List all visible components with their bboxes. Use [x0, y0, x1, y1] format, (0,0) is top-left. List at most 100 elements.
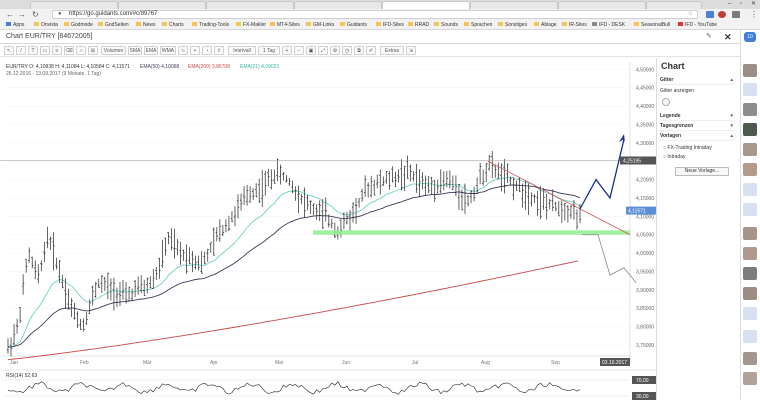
avatar[interactable]: [743, 103, 757, 116]
browser-tab[interactable]: [646, 1, 702, 9]
browser-tab-active[interactable]: [382, 1, 470, 9]
avatar[interactable]: [743, 352, 757, 365]
expand-icon[interactable]: ⇲: [406, 46, 416, 55]
bookmark-item[interactable]: MT4-Sites: [270, 21, 300, 29]
share-icon[interactable]: ⇪: [214, 46, 224, 55]
chart-svg[interactable]: 4,500004,450004,400004,350004,300004,250…: [0, 58, 656, 400]
bookmark-item[interactable]: Trading-Tools: [192, 21, 229, 29]
wma-button[interactable]: WMA: [160, 46, 176, 55]
back-arrow-icon[interactable]: ←: [6, 10, 14, 19]
settings-icon[interactable]: ⚙: [330, 46, 340, 55]
close-icon[interactable]: ✕: [724, 30, 732, 44]
zoom-in-icon[interactable]: +: [282, 46, 292, 55]
fib-tool-icon[interactable]: ≡: [52, 46, 62, 55]
ema200-legend: EMA(200) 3,86708: [188, 64, 230, 70]
extension-icon[interactable]: [732, 11, 740, 18]
dpa-afx-icon[interactable]: [743, 183, 757, 196]
bookmark-item[interactable]: RRAD: [408, 21, 429, 29]
ema-button[interactable]: EMA: [144, 46, 158, 55]
window-minimize-icon[interactable]: –: [728, 0, 731, 8]
sma-button[interactable]: SMA: [128, 46, 142, 55]
compare-icon[interactable]: +: [190, 46, 200, 55]
bookmark-item[interactable]: Sounds: [434, 21, 458, 29]
extension-icon[interactable]: [706, 11, 714, 18]
browser-tab[interactable]: [30, 1, 118, 9]
grid-toggle-radio[interactable]: [662, 98, 670, 106]
shape-tool-icon[interactable]: ▭: [40, 46, 50, 55]
volume-button[interactable]: Volumen: [101, 46, 126, 55]
pen-tool-icon[interactable]: /: [16, 46, 26, 55]
url-input[interactable]: ● https://go.guidants.com/#c/89767 ☆: [52, 10, 698, 19]
bookmark-item[interactable]: SeasonalBull: [634, 21, 670, 29]
forward-arrow-icon[interactable]: →: [18, 10, 26, 19]
dpa-afx-icon[interactable]: [743, 330, 757, 343]
dpa-afx-icon[interactable]: [743, 83, 757, 96]
window-close-icon[interactable]: ✕: [751, 0, 756, 8]
cursor-tool-icon[interactable]: ↖: [4, 46, 14, 55]
browser-tab[interactable]: [118, 1, 206, 9]
legend-section-header[interactable]: Legende ▾: [660, 112, 734, 121]
new-template-button[interactable]: Neue Vorlage...: [675, 167, 729, 176]
template-option[interactable]: ○ Intraday: [663, 154, 686, 160]
save-icon[interactable]: ▣: [306, 46, 316, 55]
avatar[interactable]: [743, 227, 757, 240]
avatar[interactable]: [743, 123, 757, 136]
period-select[interactable]: 1 Tag: [258, 46, 280, 55]
y-tick-label: 3,95000: [636, 269, 654, 275]
text-tool-icon[interactable]: T: [28, 46, 38, 55]
dpa-afx-icon[interactable]: [743, 203, 757, 216]
bookmark-item[interactable]: Ablage: [534, 21, 557, 29]
bookmark-item[interactable]: IFD - YouTube: [678, 21, 717, 29]
magnet-icon[interactable]: ∩: [76, 46, 86, 55]
chart-type-icon[interactable]: ⊞: [88, 46, 98, 55]
layers-icon[interactable]: ⧉: [354, 46, 364, 55]
avatar[interactable]: [743, 287, 757, 300]
bookmark-item[interactable]: Charts: [162, 21, 184, 29]
zoom-out-icon[interactable]: −: [294, 46, 304, 55]
bookmark-item[interactable]: IFD - DESK: [592, 21, 625, 29]
day-borders-section-header[interactable]: Tagesgrenzen ▾: [660, 122, 734, 131]
template-option[interactable]: ○ FX-Trading Intraday: [663, 145, 712, 151]
x-tick-label: Jul: [412, 360, 418, 366]
grid-section-header[interactable]: Gitter ▴: [660, 76, 734, 85]
extras-button[interactable]: Extras: [380, 46, 404, 55]
extension-record-icon[interactable]: [718, 11, 726, 18]
avatar[interactable]: [743, 372, 757, 385]
bookmark-item[interactable]: Sprachen: [464, 21, 492, 29]
browser-tab[interactable]: [206, 1, 294, 9]
drawings-icon[interactable]: ✐: [366, 46, 376, 55]
bookmark-item[interactable]: FX-Makler: [236, 21, 266, 29]
bookmark-apps[interactable]: Apps: [6, 21, 24, 29]
notification-badge[interactable]: 10: [744, 32, 756, 42]
star-icon[interactable]: ☆: [688, 11, 693, 18]
bookmark-item[interactable]: News: [136, 21, 156, 29]
avatar[interactable]: [743, 247, 757, 260]
avatar[interactable]: [743, 64, 757, 77]
browser-tab[interactable]: [558, 1, 646, 9]
bookmark-item[interactable]: Guidants: [340, 21, 367, 29]
bookmark-item[interactable]: Onvista: [34, 21, 58, 29]
browser-tab[interactable]: [294, 1, 382, 9]
bookmark-item[interactable]: GodSeiten: [98, 21, 129, 29]
bookmark-item[interactable]: Godmode: [64, 21, 93, 29]
fullscreen-icon[interactable]: ⤢: [318, 46, 328, 55]
avatar[interactable]: [743, 163, 757, 176]
bookmark-item[interactable]: GM-Links: [306, 21, 334, 29]
dpa-afx-icon[interactable]: [743, 307, 757, 320]
avatar[interactable]: [743, 143, 757, 156]
bookmark-item[interactable]: IFD-Sites: [376, 21, 404, 29]
wrench-icon[interactable]: ✎: [706, 30, 712, 44]
menu-dots-icon[interactable]: ⋮: [750, 10, 758, 19]
browser-tab[interactable]: [470, 1, 558, 9]
trash-icon[interactable]: ⌫: [64, 46, 74, 55]
interval-button[interactable]: Intervall: [228, 46, 256, 55]
history-icon[interactable]: ◷: [342, 46, 352, 55]
alert-icon[interactable]: ◔: [202, 46, 212, 55]
bookmark-item[interactable]: Sonstiges: [498, 21, 527, 29]
bookmark-item[interactable]: IR-Sites: [562, 21, 587, 29]
avatar[interactable]: [743, 267, 757, 280]
reload-icon[interactable]: ↻: [32, 10, 39, 19]
templates-section-header[interactable]: Vorlagen ▴: [660, 132, 734, 141]
indicator-icon[interactable]: ∿: [178, 46, 188, 55]
window-maximize-icon[interactable]: ▫: [740, 0, 742, 8]
